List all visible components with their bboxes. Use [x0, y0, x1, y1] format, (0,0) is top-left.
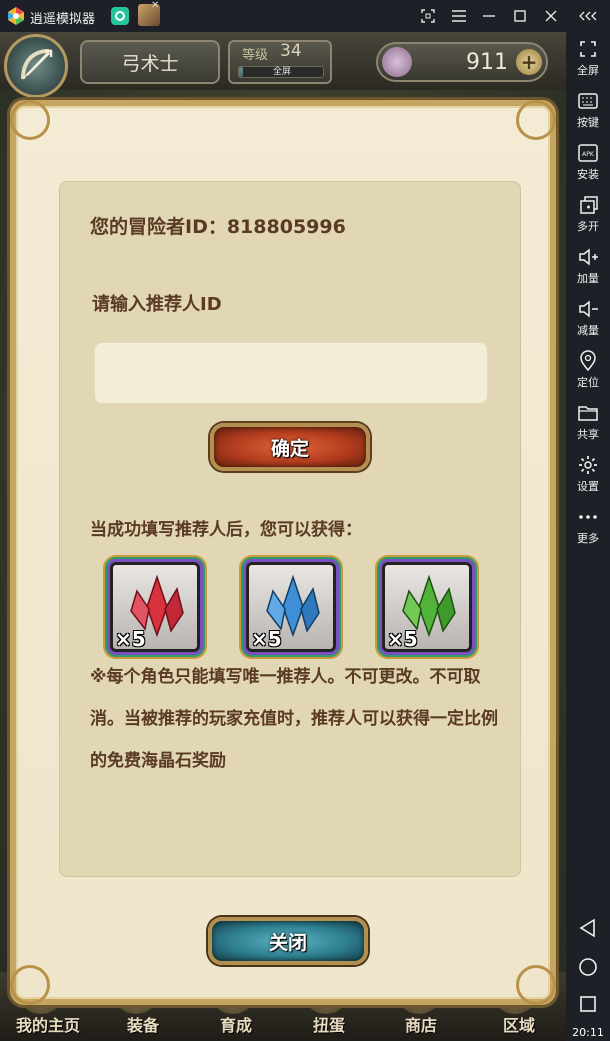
sidebar-item-keymap[interactable]: 按键	[566, 86, 610, 134]
level-label: 等级	[242, 48, 269, 63]
sidebar-label: 共享	[577, 428, 599, 441]
back-icon[interactable]	[578, 918, 598, 938]
confirm-button[interactable]: 确定	[210, 423, 370, 471]
gem-count: 911	[466, 50, 508, 75]
reward-quantity: ×5	[387, 627, 418, 651]
referrer-id-input[interactable]	[94, 342, 488, 404]
sidebar-item-settings[interactable]: 设置	[566, 450, 610, 498]
referral-panel: 您的冒险者ID：818805996 请输入推荐人ID 确定 当成功填写推荐人后，…	[59, 181, 521, 877]
ornament-corner	[516, 100, 556, 140]
recent-apps-icon[interactable]	[578, 994, 598, 1014]
collapse-sidebar-icon[interactable]	[578, 6, 598, 26]
ornament-corner	[516, 965, 556, 1005]
sidebar-label: 全屏	[577, 64, 599, 77]
apk-install-icon: APK	[578, 144, 598, 162]
volume-down-icon	[579, 300, 598, 318]
sidebar-label: 更多	[577, 532, 599, 545]
folder-icon	[578, 406, 598, 421]
sidebar-label: 设置	[577, 480, 599, 493]
reward-red-crystal: ×5	[110, 562, 200, 652]
gem-counter: 911 +	[376, 42, 548, 82]
sidebar-item-fullscreen[interactable]: 全屏	[566, 34, 610, 82]
adventurer-id: 您的冒险者ID：818805996	[90, 216, 346, 238]
sidebar-item-location[interactable]: 定位	[566, 346, 610, 394]
fullscreen-icon	[580, 41, 596, 57]
referral-dialog: 您的冒险者ID：818805996 请输入推荐人ID 确定 当成功填写推荐人后，…	[10, 100, 556, 1005]
more-icon	[579, 515, 597, 519]
ornament-corner	[10, 100, 50, 140]
game-screen: 弓术士 等级 34 全屏 911 + 我的主页 装备 育成 扭蛋 商店 区域 您…	[0, 32, 566, 1041]
nav-home[interactable]: 我的主页	[16, 1012, 80, 1036]
reward-quantity: ×5	[251, 627, 282, 651]
tab-close-icon[interactable]: ✕	[151, 0, 159, 11]
crystal-gem-icon	[382, 47, 412, 77]
sidebar-item-volume-down[interactable]: 减量	[566, 294, 610, 342]
sidebar-label: 加量	[577, 272, 599, 285]
referrer-id-label: 请输入推荐人ID	[92, 294, 222, 315]
sidebar-label: 定位	[577, 376, 599, 389]
sidebar-label: 安装	[577, 168, 599, 181]
sidebar-item-multi[interactable]: 多开	[566, 190, 610, 238]
maximize-icon[interactable]	[510, 6, 530, 26]
keyboard-icon	[578, 93, 598, 109]
menu-icon[interactable]	[449, 6, 469, 26]
nav-shop[interactable]: 商店	[405, 1012, 437, 1036]
reward-green-crystal: ×5	[382, 562, 472, 652]
minimize-icon[interactable]	[479, 6, 499, 26]
sidebar-label: 多开	[577, 220, 599, 233]
clock: 20:11	[572, 1026, 604, 1039]
sidebar-item-install[interactable]: APK 安装	[566, 138, 610, 186]
referral-note: ※每个角色只能填写唯一推荐人。不可更改。不可取消。当被推荐的玩家充值时，推荐人可…	[90, 667, 498, 771]
exp-bar: 全屏	[238, 66, 324, 78]
app-title: 逍遥模拟器	[30, 12, 96, 27]
close-button[interactable]: 关闭	[208, 917, 368, 965]
ornament-corner	[10, 965, 50, 1005]
app-tab-home-icon[interactable]	[111, 7, 129, 25]
screenshot-icon[interactable]	[418, 6, 438, 26]
sidebar-label: 按键	[577, 116, 599, 129]
location-icon	[580, 350, 596, 372]
nav-gacha[interactable]: 扭蛋	[313, 1012, 345, 1036]
class-name: 弓术士	[80, 40, 220, 84]
add-gems-button[interactable]: +	[516, 49, 542, 75]
close-icon[interactable]	[541, 6, 561, 26]
bow-emblem-icon[interactable]	[4, 34, 68, 98]
apk-text: APK	[582, 151, 595, 158]
game-top-bar: 弓术士 等级 34 全屏 911 +	[0, 32, 566, 98]
nav-equipment[interactable]: 装备	[127, 1012, 159, 1036]
volume-up-icon	[579, 248, 598, 266]
sidebar-item-share[interactable]: 共享	[566, 398, 610, 446]
sidebar-item-more[interactable]: 更多	[566, 502, 610, 550]
level-panel: 等级 34 全屏	[228, 40, 332, 84]
reward-quantity: ×5	[115, 627, 146, 651]
emulator-title-bar: 逍遥模拟器 ✕	[0, 0, 610, 32]
emulator-sidebar: 全屏 按键 APK 安装 多开 加量 减量 定位 共享 设置 更多 20:11	[566, 32, 610, 1041]
app-logo-icon	[8, 7, 24, 25]
sidebar-label: 减量	[577, 324, 599, 337]
reward-blue-crystal: ×5	[246, 562, 336, 652]
level-value: 34	[280, 41, 302, 61]
exp-bar-label: 全屏	[272, 67, 291, 77]
nav-training[interactable]: 育成	[220, 1012, 252, 1036]
nav-area[interactable]: 区域	[503, 1012, 535, 1036]
gear-icon	[579, 456, 597, 474]
sidebar-item-volume-up[interactable]: 加量	[566, 242, 610, 290]
reward-intro: 当成功填写推荐人后，您可以获得：	[90, 520, 362, 540]
home-icon[interactable]	[578, 957, 598, 977]
multi-instance-icon	[580, 196, 598, 214]
